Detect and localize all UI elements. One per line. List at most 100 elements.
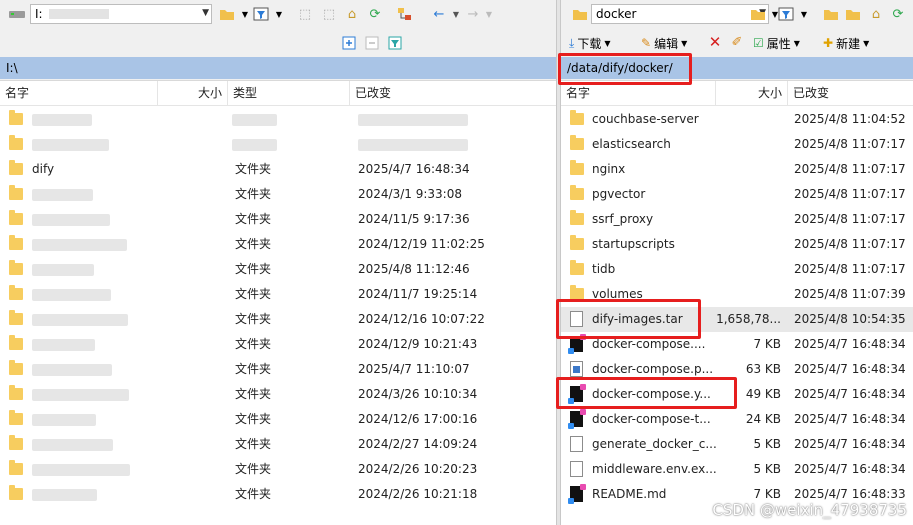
filter-toggle-icon[interactable] (386, 34, 404, 52)
blurred-name (32, 339, 95, 351)
collapse-icon[interactable] (363, 34, 381, 52)
folder-icon (570, 160, 584, 175)
drive-selector[interactable]: I: ▼ (30, 4, 212, 24)
table-row[interactable] (0, 107, 556, 132)
table-row[interactable]: 文件夹 2025/4/7 11:10:07 (0, 357, 556, 382)
folder-icon (9, 335, 23, 350)
file-modified: 2025/4/8 11:07:17 (794, 137, 906, 151)
table-row[interactable]: ssrf_proxy 2025/4/8 11:07:17 (561, 207, 913, 232)
table-row[interactable]: 文件夹 2024/11/7 19:25:14 (0, 282, 556, 307)
file-type: 文件夹 (235, 162, 272, 176)
chevron-down-icon[interactable]: ▼ (270, 5, 288, 23)
table-row[interactable]: pgvector 2025/4/8 11:07:17 (561, 182, 913, 207)
column-size[interactable]: 大小 (716, 81, 788, 105)
chevron-down-icon: ▼ (793, 38, 800, 48)
root-dir-icon[interactable]: ⬚ (320, 5, 338, 23)
open-folder-icon[interactable] (749, 5, 767, 23)
blurred-name (32, 364, 112, 376)
table-row[interactable]: docker-compose-t... 24 KB 2025/4/7 16:48:3… (561, 407, 913, 432)
table-row[interactable]: dify 文件夹 2025/4/7 16:48:34 (0, 157, 556, 182)
file-size: 63 KB (745, 362, 781, 376)
table-row[interactable]: tidb 2025/4/8 11:07:17 (561, 257, 913, 282)
table-row[interactable]: docker-compose.p... 63 KB 2025/4/7 16:48:3… (561, 357, 913, 382)
file-type: 文件夹 (235, 437, 272, 451)
file-icon (570, 311, 583, 327)
drive-label: I: (35, 7, 43, 21)
parent-dir-icon[interactable]: ⬚ (296, 5, 314, 23)
parent-dir-icon[interactable] (822, 5, 840, 23)
file-modified: 2024/2/27 14:09:24 (358, 437, 478, 451)
root-dir-icon[interactable] (844, 5, 862, 23)
folder-icon (9, 410, 23, 425)
left-toolbar: I: ▼ ▼ ▼ ⬚ ⬚ ⌂ ⟳ ← ▼ → ▼ (0, 0, 556, 28)
table-row[interactable]: volumes 2025/4/8 11:07:39 (561, 282, 913, 307)
table-row[interactable]: couchbase-server 2025/4/8 11:04:52 (561, 107, 913, 132)
chevron-down-icon[interactable]: ▼ (795, 5, 813, 23)
home-icon[interactable]: ⌂ (867, 5, 885, 23)
right-file-list: 名字 大小 已改变 couchbase-server 2025/4/8 11:04… (561, 80, 913, 525)
table-row[interactable]: 文件夹 2024/12/19 11:02:25 (0, 232, 556, 257)
table-row[interactable]: nginx 2025/4/8 11:07:17 (561, 157, 913, 182)
table-row[interactable]: 文件夹 2024/12/6 17:00:16 (0, 407, 556, 432)
download-button[interactable]: ⤓ 下载 ▼ (569, 33, 610, 53)
file-size (716, 107, 781, 132)
table-row[interactable]: 文件夹 2024/12/16 10:07:22 (0, 307, 556, 332)
left-path-bar[interactable]: I:\ (0, 57, 556, 79)
blurred-name (32, 239, 127, 251)
table-row[interactable]: dify-images.tar 1,658,78... 2025/4/8 10:54… (561, 307, 913, 332)
edit-button[interactable]: ✎ 编辑 ▼ (641, 33, 687, 53)
table-row[interactable]: docker-compose.... 7 KB 2025/4/7 16:48:34 (561, 332, 913, 357)
column-modified[interactable]: 已改变 (350, 81, 556, 105)
refresh-icon[interactable]: ⟳ (889, 5, 907, 23)
table-row[interactable]: elasticsearch 2025/4/8 11:07:17 (561, 132, 913, 157)
column-modified[interactable]: 已改变 (788, 81, 913, 105)
chevron-down-icon[interactable]: ▼ (447, 5, 465, 23)
column-name[interactable]: 名字 (0, 81, 158, 105)
table-row[interactable] (0, 132, 556, 157)
file-type: 文件夹 (235, 487, 272, 501)
table-row[interactable]: 文件夹 2024/12/9 10:21:43 (0, 332, 556, 357)
table-row[interactable]: docker-compose.y... 49 KB 2025/4/7 16:48:3… (561, 382, 913, 407)
open-folder-icon[interactable] (218, 5, 236, 23)
properties-button[interactable]: ☑ 属性 ▼ (753, 33, 800, 53)
chevron-down-icon[interactable]: ▼ (480, 5, 498, 23)
refresh-icon[interactable]: ⟳ (366, 5, 384, 23)
rename-icon[interactable]: ✐ (728, 33, 746, 51)
column-type[interactable]: 类型 (228, 81, 350, 105)
table-row[interactable]: startupscripts 2025/4/8 11:07:17 (561, 232, 913, 257)
file-size (716, 257, 781, 282)
blurred-type (232, 114, 277, 126)
table-row[interactable]: 文件夹 2024/2/26 10:20:23 (0, 457, 556, 482)
right-path-bar[interactable]: /data/dify/docker/ (561, 57, 913, 79)
file-name: startupscripts (592, 237, 675, 251)
table-row[interactable]: 文件夹 2024/11/5 9:17:36 (0, 207, 556, 232)
expand-icon[interactable] (340, 34, 358, 52)
file-type: 文件夹 (235, 337, 272, 351)
folder-icon (9, 460, 23, 475)
table-row[interactable]: 文件夹 2024/2/27 14:09:24 (0, 432, 556, 457)
table-row[interactable]: 文件夹 2024/3/1 9:33:08 (0, 182, 556, 207)
table-row[interactable]: generate_docker_c... 5 KB 2025/4/7 16:48:3… (561, 432, 913, 457)
file-modified: 2025/4/8 11:07:17 (794, 262, 906, 276)
table-row[interactable]: 文件夹 2024/3/26 10:10:34 (0, 382, 556, 407)
back-arrow-icon[interactable]: ← (430, 5, 448, 23)
new-button[interactable]: ✚ 新建 ▼ (823, 33, 869, 53)
file-modified: 2024/11/5 9:17:36 (358, 212, 470, 226)
file-type: 文件夹 (235, 287, 272, 301)
column-size[interactable]: 大小 (158, 81, 228, 105)
table-row[interactable]: 文件夹 2025/4/8 11:12:46 (0, 257, 556, 282)
tree-icon[interactable] (396, 5, 414, 23)
column-name[interactable]: 名字 (561, 81, 716, 105)
filter-icon[interactable] (777, 5, 795, 23)
table-row[interactable]: 文件夹 2024/2/26 10:21:18 (0, 482, 556, 507)
home-icon[interactable]: ⌂ (343, 5, 361, 23)
folder-icon (570, 135, 584, 150)
table-row[interactable]: middleware.env.ex... 5 KB 2025/4/7 16:48:3… (561, 457, 913, 482)
remote-folder-selector[interactable]: docker ▼ (591, 4, 769, 24)
python-file-icon (570, 361, 583, 377)
filter-icon[interactable] (252, 5, 270, 23)
delete-icon[interactable]: ✕ (706, 33, 724, 51)
folder-icon (570, 285, 584, 300)
file-modified: 2025/4/7 11:10:07 (358, 362, 470, 376)
file-size: 24 KB (745, 412, 781, 426)
